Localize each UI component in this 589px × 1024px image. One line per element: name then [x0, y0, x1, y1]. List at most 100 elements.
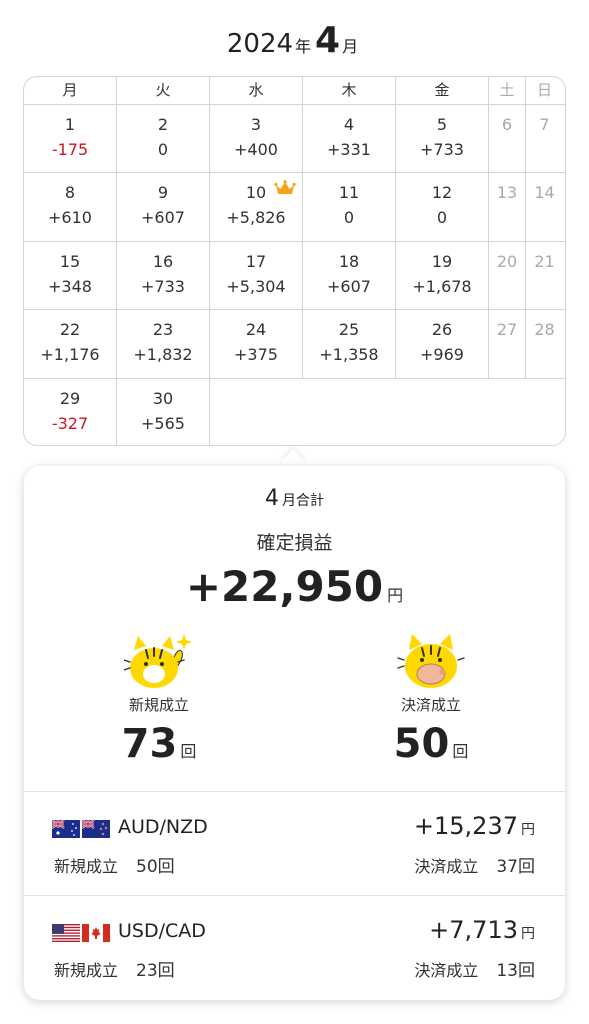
pair-pnl-value: +15,237 — [413, 812, 518, 840]
day-pnl: +1,678 — [412, 276, 472, 296]
pair-pnl-value: +7,713 — [429, 916, 518, 944]
day-number: 24 — [245, 320, 267, 340]
calendar-empty — [210, 379, 565, 445]
weekday-tue: 火 — [117, 77, 210, 104]
day-number: 27 — [496, 320, 518, 340]
year-text: 2024 — [226, 29, 294, 59]
calendar-day[interactable]: 3 +400 — [210, 105, 303, 173]
day-number: 2 — [157, 115, 169, 134]
pair-close-count: 37回 — [496, 857, 535, 877]
new-orders-stat: 新規成立 73 回 — [84, 628, 234, 767]
day-number: 6 — [501, 115, 513, 134]
summary-month-title: 4 月合計 — [24, 486, 565, 511]
calendar-week: 15 +348 16 +733 17 +5,304 18 +607 19 +1,678 2… — [24, 241, 565, 311]
calendar-day[interactable]: 30 +565 — [117, 378, 210, 445]
calendar-day[interactable]: 18 +607 — [303, 241, 396, 310]
day-pnl: +733 — [420, 140, 464, 159]
calendar-day[interactable]: 8 +610 — [24, 173, 117, 241]
day-number: 25 — [338, 320, 360, 340]
day-number: 4 — [343, 115, 355, 134]
yen-unit: 円 — [521, 926, 535, 942]
day-number: 12 — [431, 183, 453, 203]
calendar-day[interactable]: 24 +375 — [210, 310, 303, 378]
confirmed-pnl-label: 確定損益 — [256, 532, 333, 554]
pair-close-label: 決済成立 — [414, 857, 479, 876]
day-pnl: +331 — [327, 140, 371, 159]
closed-orders-label: 決済成立 — [400, 696, 461, 714]
new-orders-label: 新規成立 — [128, 696, 189, 714]
count-unit: 回 — [452, 742, 469, 761]
pair-pnl: +15,237 円 — [414, 812, 535, 840]
day-number: 3 — [250, 115, 262, 134]
month-text: 4 — [315, 20, 341, 61]
day-number: 22 — [59, 320, 81, 340]
calendar-day[interactable]: 19 +1,678 — [396, 241, 489, 310]
calendar-day-weekend: 7 — [526, 105, 563, 172]
calendar-day[interactable]: 20 — [117, 105, 210, 173]
calendar-day[interactable]: 4 +331 — [303, 105, 396, 173]
calendar-day[interactable]: 5 +733 — [396, 105, 489, 173]
day-pnl: 0 — [157, 140, 169, 159]
day-pnl: +348 — [48, 276, 92, 296]
day-number: 16 — [152, 251, 174, 271]
calendar-day-weekend: 14 — [526, 173, 563, 240]
calendar-day[interactable]: 1 -175 — [24, 105, 117, 173]
weekday-mon: 月 — [24, 77, 117, 104]
calendar-day[interactable]: 17 +5,304 — [210, 241, 303, 310]
calendar-day[interactable]: 25 +1,358 — [303, 310, 396, 378]
day-pnl: +607 — [327, 276, 371, 296]
pair-pnl: +7,713 円 — [429, 916, 535, 944]
year-unit: 年 — [295, 37, 312, 56]
calendar-day-weekend: 21 — [526, 242, 563, 309]
canada-flag-icon — [82, 924, 110, 942]
currency-pair-row[interactable]: USD/CAD +7,713 円 新規成立 23回 決済成立 13回 — [24, 895, 565, 999]
day-number: 29 — [59, 388, 81, 408]
weekday-wed: 水 — [210, 77, 303, 104]
day-number: 18 — [338, 251, 360, 271]
calendar-week: 22 +1,176 23 +1,832 24 +375 25 +1,358 26 +969… — [24, 310, 565, 379]
weekday-thu: 木 — [303, 77, 396, 104]
calendar-day[interactable]: 16 +733 — [117, 241, 210, 310]
day-pnl: +1,176 — [40, 345, 100, 365]
pair-new-orders: 新規成立 23回 — [54, 956, 175, 981]
calendar-day[interactable]: 9 +607 — [117, 173, 210, 241]
monthly-summary-card: 4 月合計 確定損益 +22,950 円 新規成立 73 回 決済成立 50 回… — [24, 466, 565, 1000]
day-pnl: +733 — [141, 276, 185, 296]
calendar-day[interactable]: 22 +1,176 — [24, 310, 117, 378]
calendar-day[interactable]: 23 +1,832 — [117, 310, 210, 378]
tiger-mascot-piggybank-icon — [397, 634, 465, 688]
day-number: 14 — [534, 183, 555, 203]
day-pnl: 0 — [343, 208, 355, 228]
month-unit: 月 — [342, 37, 359, 56]
calendar-day[interactable]: 11 0 — [303, 173, 396, 241]
calendar-day[interactable]: 15 +348 — [24, 241, 117, 310]
calendar-day[interactable]: 26 +969 — [396, 310, 489, 378]
new-zealand-flag-icon — [82, 820, 110, 838]
pair-new-orders: 新規成立 50回 — [54, 852, 175, 877]
currency-pair-row[interactable]: AUD/NZD +15,237 円 新規成立 50回 決済成立 37回 — [24, 791, 565, 895]
weekday-sun: 日 — [536, 81, 552, 99]
day-number: 17 — [245, 251, 267, 271]
summary-month-label: 月合計 — [282, 493, 324, 509]
day-number: 11 — [338, 183, 360, 203]
day-number: 26 — [431, 320, 453, 340]
pair-closed-orders: 決済成立 13回 — [414, 956, 535, 981]
day-number: 28 — [534, 320, 555, 340]
day-number: 13 — [496, 183, 518, 203]
day-pnl: 0 — [436, 208, 448, 228]
calendar-week: 29 -327 30 +565 — [24, 378, 565, 445]
calendar-day[interactable]: 12 0 — [396, 173, 489, 241]
day-number: 1 — [64, 115, 76, 134]
day-number: 9 — [157, 183, 169, 203]
calendar-day[interactable]: 10 +5,826 — [210, 173, 303, 241]
day-pnl: +607 — [141, 208, 185, 228]
calendar-day-weekend: 6 — [489, 105, 526, 173]
yen-unit: 円 — [521, 822, 535, 838]
calendar-day[interactable]: 29 -327 — [24, 378, 117, 445]
day-number: 30 — [152, 388, 174, 408]
day-pnl: +1,358 — [319, 345, 379, 365]
yen-unit: 円 — [387, 586, 404, 605]
calendar-day-weekend: 28 — [526, 310, 563, 377]
day-pnl: +610 — [48, 208, 92, 228]
pair-name: AUD/NZD — [118, 816, 208, 838]
